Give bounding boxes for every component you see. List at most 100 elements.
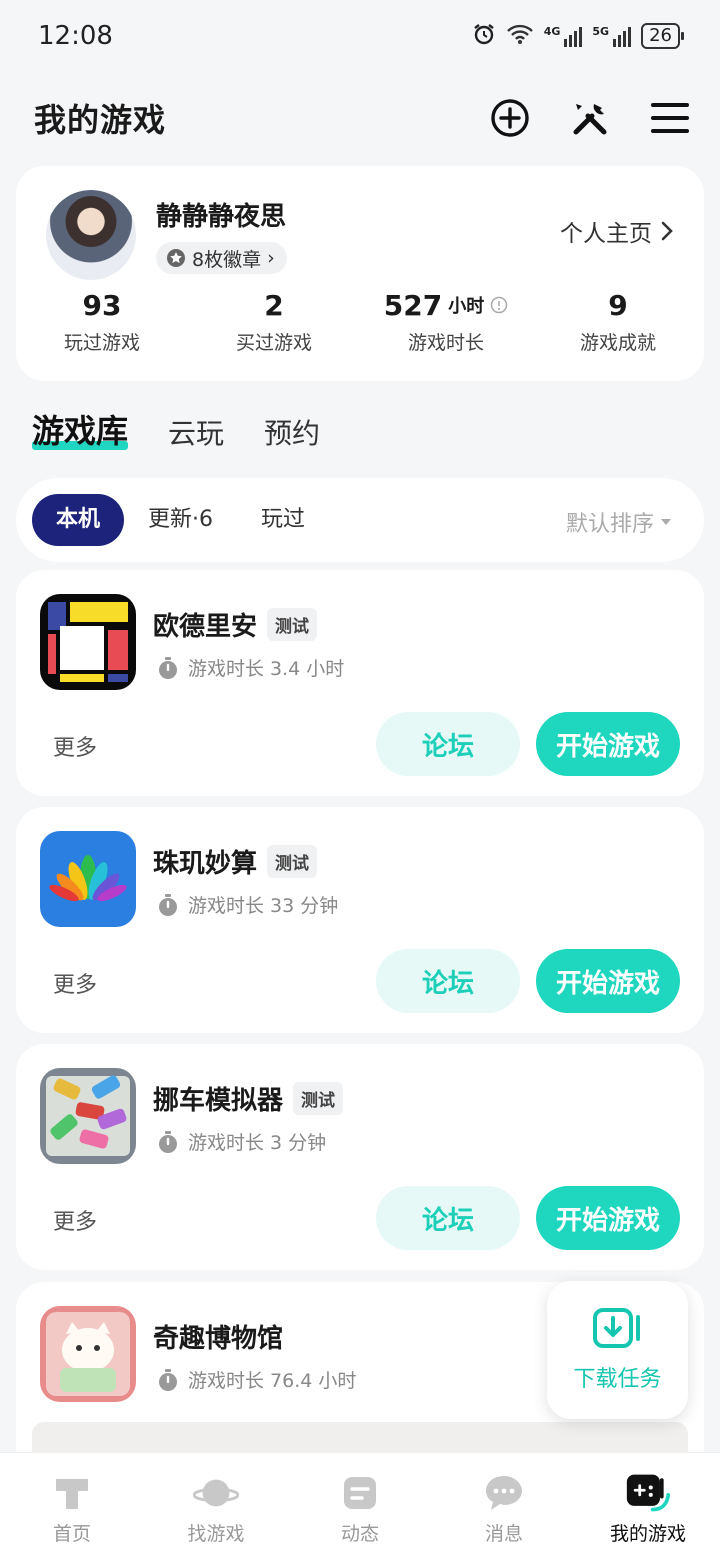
stat-unit: 小时	[448, 296, 485, 317]
stat-label: 游戏成就	[579, 332, 656, 354]
tools-button[interactable]	[570, 98, 610, 138]
game-icon-oudelian[interactable]	[40, 594, 136, 690]
signal-5g-icon: 5G	[592, 25, 632, 47]
stat-label: 买过游戏	[235, 332, 312, 354]
home-icon	[49, 1473, 95, 1513]
game-icon-zhuji[interactable]	[40, 831, 136, 927]
more-button[interactable]: 更多	[53, 967, 97, 999]
game-icon-museum[interactable]	[40, 1306, 136, 1402]
status-bar: 12:08 4G 5G 26	[0, 0, 720, 72]
header-actions	[490, 98, 690, 138]
game-name: 挪车模拟器	[153, 1086, 284, 1116]
profile-card: 静静静夜思 8枚徽章 › 个人主页 93 玩过游戏 2 买过游戏 527 小时 …	[16, 166, 704, 381]
nav-label: 找游戏	[187, 1523, 245, 1545]
forum-button[interactable]: 论坛	[376, 712, 520, 776]
alarm-icon	[472, 22, 496, 51]
badges-chip[interactable]: 8枚徽章 ›	[156, 242, 287, 274]
network-5g-label: 5G	[592, 25, 610, 38]
stats-row: 93 玩过游戏 2 买过游戏 527 小时 游戏时长 9 游戏成就	[16, 286, 704, 355]
sort-dropdown[interactable]: 默认排序	[566, 506, 672, 538]
forum-button[interactable]: 论坛	[376, 1186, 520, 1250]
username: 静静静夜思	[156, 202, 287, 232]
page-title: 我的游戏	[34, 101, 167, 139]
game-title-row: 欧德里安 测试	[153, 606, 318, 643]
game-title-row: 奇趣博物馆	[153, 1318, 283, 1355]
stopwatch-icon	[159, 893, 177, 916]
tab-reservations[interactable]: 预约	[264, 412, 320, 452]
game-title-row: 挪车模拟器 测试	[153, 1080, 344, 1117]
filter-updates[interactable]: 更新·6	[124, 494, 237, 546]
playtime-text: 游戏时长 3.4 小时	[188, 658, 345, 680]
app-header: 我的游戏	[0, 88, 720, 148]
stat-value: 2	[264, 288, 284, 322]
nav-label: 消息	[484, 1523, 523, 1545]
stat-value: 527	[383, 288, 443, 322]
start-game-button[interactable]: 开始游戏	[536, 712, 680, 776]
homepage-link[interactable]: 个人主页	[560, 214, 674, 248]
stopwatch-icon	[159, 1368, 177, 1391]
signal-4g-icon: 4G	[544, 25, 583, 47]
library-tabs: 游戏库 云玩 预约	[32, 406, 320, 452]
start-game-button[interactable]: 开始游戏	[536, 949, 680, 1013]
tab-library[interactable]: 游戏库	[32, 406, 129, 452]
game-name: 欧德里安	[153, 612, 258, 642]
game-title-row: 珠玑妙算 测试	[153, 843, 318, 880]
nav-label: 我的游戏	[609, 1523, 686, 1545]
more-button[interactable]: 更多	[53, 1204, 97, 1236]
badges-label: 8枚徽章	[192, 248, 262, 271]
stat-value: 9	[608, 288, 628, 322]
stat-playtime[interactable]: 527 小时 游戏时长	[360, 286, 532, 355]
plus-circle-icon	[491, 99, 529, 137]
test-tag: 测试	[267, 845, 318, 878]
stat-label: 玩过游戏	[63, 332, 140, 354]
chevron-right-icon	[661, 221, 673, 241]
filter-played[interactable]: 玩过	[237, 494, 329, 546]
filter-local[interactable]: 本机	[32, 494, 125, 546]
test-tag: 测试	[293, 1082, 344, 1115]
menu-button[interactable]	[650, 98, 690, 138]
chevron-right-icon: ›	[267, 247, 275, 269]
download-tasks-label: 下载任务	[573, 1367, 662, 1392]
stopwatch-icon	[159, 656, 177, 679]
stat-bought[interactable]: 2 买过游戏	[188, 286, 360, 355]
gamepad-icon	[625, 1473, 671, 1513]
test-tag: 测试	[267, 608, 318, 641]
tools-icon	[573, 104, 607, 135]
bottom-nav: 首页 找游戏 动态 消息 我的游戏	[0, 1452, 720, 1560]
avatar[interactable]	[46, 190, 136, 280]
battery-indicator: 26	[641, 23, 684, 49]
download-tasks-button[interactable]: 下载任务	[547, 1281, 688, 1419]
hamburger-icon	[651, 103, 689, 133]
nav-find-games[interactable]: 找游戏	[144, 1473, 288, 1546]
playtime-row: 游戏时长 76.4 小时	[156, 1366, 356, 1393]
nav-home[interactable]: 首页	[0, 1473, 144, 1546]
nav-my-games[interactable]: 我的游戏	[576, 1473, 720, 1546]
game-name: 珠玑妙算	[153, 849, 258, 879]
game-card: 挪车模拟器 测试 游戏时长 3 分钟 更多 论坛 开始游戏	[16, 1044, 704, 1270]
playtime-row: 游戏时长 3 分钟	[156, 1128, 326, 1155]
add-game-button[interactable]	[490, 98, 530, 138]
playtime-text: 游戏时长 3 分钟	[188, 1132, 327, 1154]
stat-played[interactable]: 93 玩过游戏	[16, 286, 188, 355]
status-time: 12:08	[38, 21, 113, 51]
game-card: 珠玑妙算 测试 游戏时长 33 分钟 更多 论坛 开始游戏	[16, 807, 704, 1033]
stat-label: 游戏时长	[407, 332, 484, 354]
stat-value: 93	[82, 288, 122, 322]
forum-button[interactable]: 论坛	[376, 949, 520, 1013]
status-icons: 4G 5G 26	[472, 22, 684, 51]
medal-icon	[167, 249, 185, 267]
game-card: 欧德里安 测试 游戏时长 3.4 小时 更多 论坛 开始游戏	[16, 570, 704, 796]
tab-cloud-play[interactable]: 云玩	[168, 412, 224, 452]
playtime-text: 游戏时长 33 分钟	[188, 895, 339, 917]
nav-feed[interactable]: 动态	[288, 1473, 432, 1546]
sort-label: 默认排序	[565, 512, 654, 537]
wifi-icon	[506, 23, 534, 50]
feed-icon	[337, 1473, 383, 1513]
nav-messages[interactable]: 消息	[432, 1473, 576, 1546]
info-icon[interactable]	[490, 296, 508, 314]
game-icon-parking[interactable]	[40, 1068, 136, 1164]
more-button[interactable]: 更多	[53, 730, 97, 762]
start-game-button[interactable]: 开始游戏	[536, 1186, 680, 1250]
caret-down-icon	[661, 519, 671, 525]
stat-achievements[interactable]: 9 游戏成就	[532, 286, 704, 355]
